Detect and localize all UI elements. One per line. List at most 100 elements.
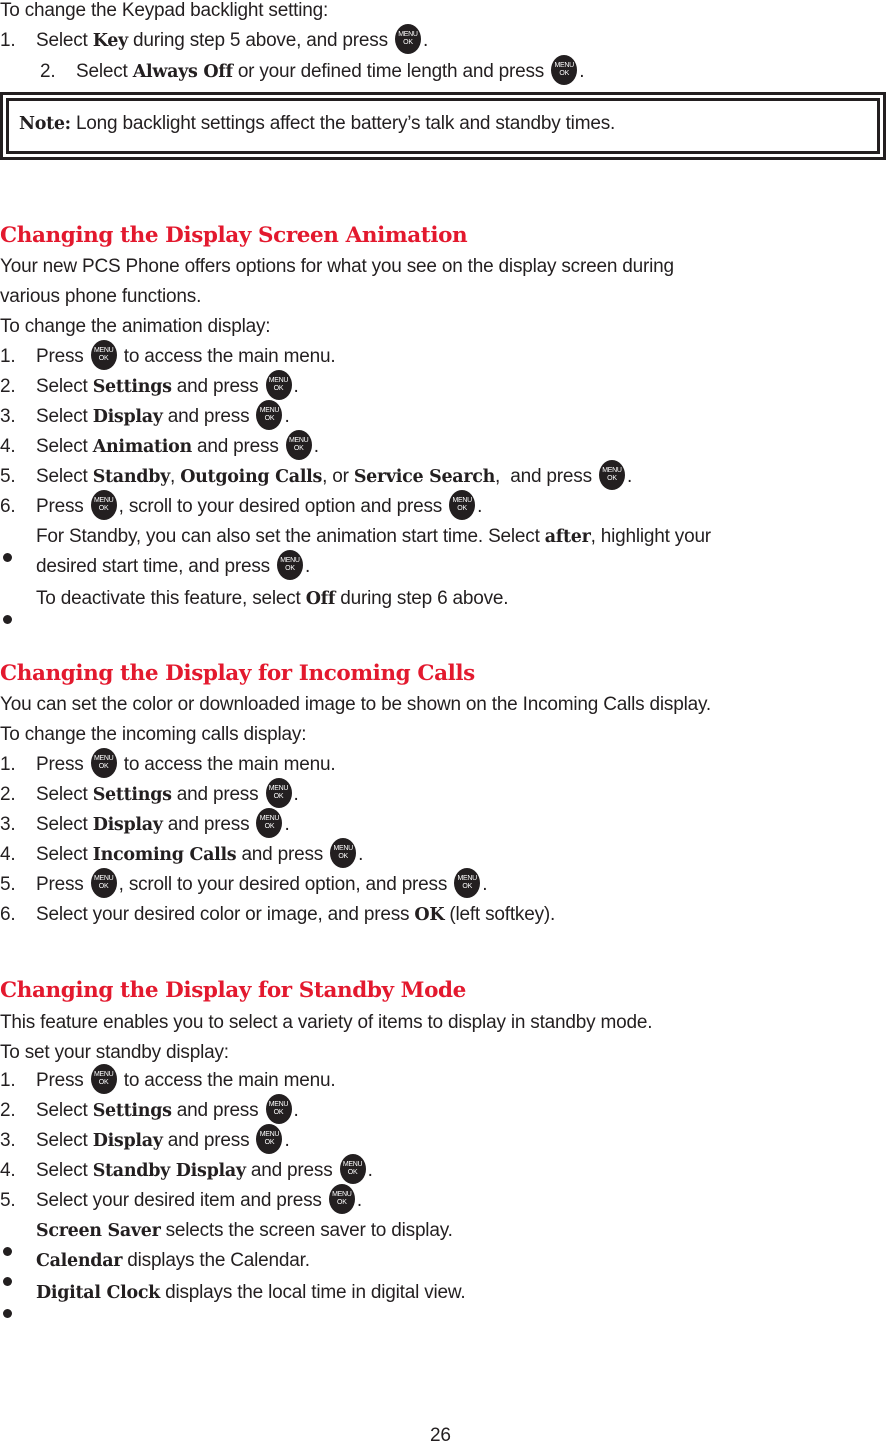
section-heading-screen-animation: Changing the Display Screen Animation [0, 223, 468, 248]
bold-term: Key [92, 31, 129, 52]
section1-step-1: 1. Press MENU OK to access the main menu. [0, 340, 336, 372]
section3-bullet-3: Digital Clock displays the local time in… [3, 1282, 466, 1318]
bold-term: Settings [92, 785, 172, 806]
intro-step-2: 2. Select Always Off or your defined time… [40, 55, 584, 87]
menu-ok-key-icon: MENU OK [90, 868, 117, 898]
bold-term: OK [414, 905, 445, 925]
section-heading-standby-mode: Changing the Display for Standby Mode [0, 978, 466, 1003]
menu-ok-key-icon: MENU OK [265, 1094, 292, 1124]
note-box: Note: Long backlight settings affect the… [0, 92, 886, 160]
menu-ok-key-icon: MENU OK [598, 460, 625, 490]
menu-ok-key-icon: MENU OK [265, 370, 292, 400]
section-heading-incoming-calls: Changing the Display for Incoming Calls [0, 661, 475, 686]
step-number: 4. [0, 844, 16, 866]
menu-ok-key-icon: MENU OK [339, 1154, 366, 1184]
bold-term: Always Off [132, 62, 233, 83]
step-number: 3. [0, 1130, 16, 1152]
bold-term: Standby Display [92, 1161, 246, 1182]
step-number: 4. [0, 1160, 16, 1182]
step-number: 6. [0, 904, 16, 925]
menu-ok-key-icon: MENU OK [90, 490, 117, 520]
bold-term: Display [92, 815, 163, 836]
step-number: 3. [0, 814, 16, 836]
page-number: 26 [430, 1425, 451, 1446]
menu-ok-key-icon: MENU OK [256, 400, 283, 430]
bold-term: Calendar [36, 1251, 123, 1271]
step-number: 5. [0, 874, 16, 896]
bold-term: Animation [92, 437, 193, 458]
menu-ok-key-icon: MENU OK [328, 1184, 355, 1214]
step-number: 6. [0, 496, 16, 518]
manual-page: To change the Keypad backlight setting: … [0, 0, 886, 1446]
menu-ok-key-icon: MENU OK [330, 838, 357, 868]
section1-bullet-2: To deactivate this feature, select Off d… [3, 588, 509, 624]
section2-step-1: 1. Press MENU OK to access the main menu. [0, 748, 336, 780]
section3-paragraph: This feature enables you to select a var… [0, 1012, 653, 1033]
section2-paragraph: You can set the color or downloaded imag… [0, 694, 711, 715]
step-number: 2. [40, 61, 56, 83]
section1-step-5: 5. Select Standby, Outgoing Calls, or Ser… [0, 460, 632, 492]
menu-ok-key-icon: MENU OK [454, 868, 481, 898]
menu-ok-key-icon: MENU OK [90, 340, 117, 370]
bold-term: Settings [92, 377, 172, 398]
menu-ok-key-icon: MENU OK [449, 490, 476, 520]
section1-paragraph-line-1: Your new PCS Phone offers options for wh… [0, 256, 674, 277]
menu-ok-key-icon: MENU OK [394, 24, 421, 54]
step-number: 2. [0, 1100, 16, 1122]
menu-ok-key-icon: MENU OK [265, 778, 292, 808]
bold-term: Digital Clock [36, 1283, 161, 1303]
section1-step-4: 4. Select Animation and press MENU OK. [0, 430, 319, 462]
bold-term: Settings [92, 1101, 172, 1122]
note-label: Note: [19, 114, 71, 134]
bold-term: Screen Saver [36, 1221, 161, 1241]
menu-ok-key-icon: MENU OK [277, 550, 303, 580]
section3-bullet-1: Screen Saver selects the screen saver to… [3, 1220, 453, 1256]
section2-step-2: 2. Select Settings and press MENU OK. [0, 778, 299, 810]
step-number: 5. [0, 466, 16, 488]
bold-term: Service Search [353, 467, 496, 488]
menu-ok-key-icon: MENU OK [256, 1124, 283, 1154]
section2-step-6: 6. Select your desired color or image, an… [0, 900, 555, 930]
section3-step-3: 3. Select Display and press MENU OK. [0, 1124, 290, 1156]
section2-step-3: 3. Select Display and press MENU OK. [0, 808, 290, 840]
section2-step-4: 4. Select Incoming Calls and press MENU OK… [0, 838, 363, 870]
step-number: 1. [0, 754, 16, 776]
intro-step-1: 1. Select Key during step 5 above, and pr… [0, 24, 428, 56]
bold-term: Standby [92, 467, 171, 488]
bold-term: Display [92, 1131, 163, 1152]
section3-step-1: 1. Press MENU OK to access the main menu. [0, 1064, 336, 1096]
bold-term: Incoming Calls [92, 845, 237, 866]
section3-step-5: 5. Select your desired item and press MEN… [0, 1184, 362, 1216]
section1-lead: To change the animation display: [0, 316, 271, 337]
step-number: 1. [0, 1070, 16, 1092]
step-number: 2. [0, 376, 16, 398]
menu-ok-key-icon: MENU OK [256, 808, 283, 838]
section1-bullet-1-continued: desired start time, and press MENU OK. [36, 550, 310, 582]
section1-step-2: 2. Select Settings and press MENU OK. [0, 370, 299, 402]
step-number: 1. [0, 346, 16, 368]
menu-ok-key-icon: MENU OK [90, 748, 117, 778]
bold-term: Display [92, 407, 163, 428]
bold-term: Outgoing Calls [180, 467, 323, 488]
section3-bullet-2: Calendar displays the Calendar. [3, 1250, 310, 1286]
section1-paragraph-line-2: various phone functions. [0, 286, 202, 307]
section2-lead: To change the incoming calls display: [0, 724, 307, 745]
bold-term: after [544, 527, 591, 547]
section3-step-2: 2. Select Settings and press MENU OK. [0, 1094, 299, 1126]
menu-ok-key-icon: MENU OK [285, 430, 312, 460]
bold-term: Off [305, 589, 336, 609]
section3-step-4: 4. Select Standby Display and press MENU O… [0, 1154, 373, 1186]
step-number: 2. [0, 784, 16, 806]
intro-lead: To change the Keypad backlight setting: [0, 0, 329, 21]
step-number: 1. [0, 30, 16, 52]
section1-step-6: 6. Press MENU OK, scroll to your desired o… [0, 490, 482, 522]
menu-ok-key-icon: MENU OK [90, 1064, 117, 1094]
step-number: 4. [0, 436, 16, 458]
note-text: Note: Long backlight settings affect the… [19, 113, 616, 134]
section1-bullet-1: For Standby, you can also set the animat… [3, 526, 711, 562]
section1-step-3: 3. Select Display and press MENU OK. [0, 400, 290, 432]
menu-ok-key-icon: MENU OK [551, 55, 578, 85]
step-number: 5. [0, 1190, 16, 1212]
section2-step-5: 5. Press MENU OK, scroll to your desired o… [0, 868, 488, 900]
step-number: 3. [0, 406, 16, 428]
